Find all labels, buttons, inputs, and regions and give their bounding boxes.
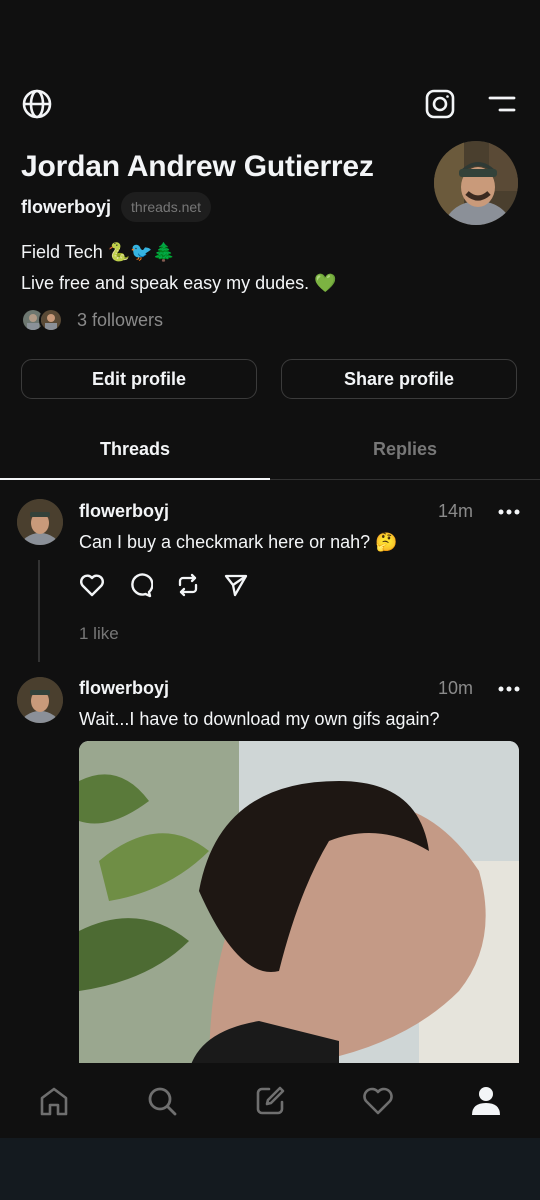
post-text: Can I buy a checkmark here or nah? 🤔 [79, 532, 398, 552]
repost-icon[interactable] [175, 570, 201, 600]
post-avatar[interactable] [17, 677, 63, 723]
tab-replies[interactable]: Replies [270, 420, 540, 478]
profile-handle: flowerboyj [21, 196, 112, 217]
avatar[interactable] [434, 141, 518, 225]
profile-name: Jordan Andrew Gutierrez [21, 150, 374, 183]
share-icon[interactable] [223, 570, 249, 600]
like-count[interactable]: 1 like [79, 624, 119, 644]
active-tab-indicator [0, 478, 270, 480]
menu-icon[interactable] [484, 86, 520, 122]
followers-count: 3 followers [77, 309, 164, 330]
post-text: Wait...I have to download my own gifs ag… [79, 709, 440, 729]
post-time: 14m [438, 501, 474, 521]
share-profile-button[interactable]: Share profile [281, 359, 517, 399]
post-avatar[interactable] [17, 499, 63, 545]
thread-line [38, 560, 40, 662]
profile-icon[interactable] [456, 1071, 516, 1131]
followers-row[interactable]: 3 followers [21, 308, 163, 332]
follower-avatar [39, 308, 63, 332]
bio-line-2: Live free and speak easy my dudes. 💚 [21, 273, 337, 293]
edit-profile-button[interactable]: Edit profile [21, 359, 257, 399]
instagram-icon[interactable] [422, 86, 458, 122]
bio-line-1: Field Tech 🐍🐦🌲 [21, 242, 175, 262]
more-options-icon[interactable] [496, 676, 522, 702]
heart-icon[interactable] [79, 570, 105, 600]
tab-divider [270, 479, 540, 480]
comment-icon[interactable] [127, 570, 153, 600]
handle-row: flowerboyj threads.net [21, 192, 212, 222]
post-gif-image[interactable] [79, 741, 519, 1071]
domain-badge[interactable]: threads.net [121, 192, 212, 222]
tab-threads[interactable]: Threads [0, 420, 270, 478]
post-handle[interactable]: flowerboyj [79, 501, 169, 522]
home-icon[interactable] [24, 1071, 84, 1131]
post-time: 10m [438, 678, 474, 698]
post-actions [79, 570, 249, 600]
compose-icon[interactable] [240, 1071, 300, 1131]
bottom-nav [0, 1063, 540, 1138]
search-icon[interactable] [132, 1071, 192, 1131]
post-handle[interactable]: flowerboyj [79, 678, 169, 699]
activity-heart-icon[interactable] [348, 1071, 408, 1131]
globe-icon[interactable] [19, 86, 55, 122]
system-navigation-bar [0, 1138, 540, 1200]
more-options-icon[interactable] [496, 499, 522, 525]
